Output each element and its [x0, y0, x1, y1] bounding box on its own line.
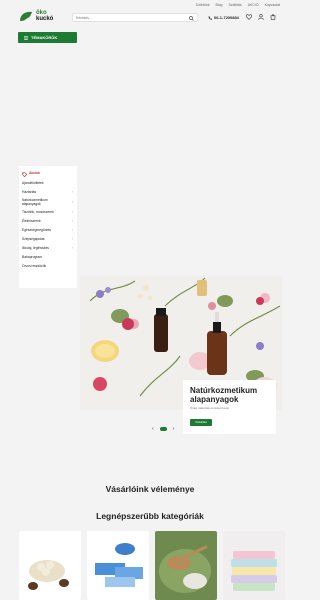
header-icons	[246, 14, 276, 20]
sidebar-item-beauty[interactable]: Szépségápolás ›	[22, 235, 74, 244]
toplink-sale[interactable]: AKCIÓ	[248, 3, 259, 7]
phone-icon	[208, 15, 212, 20]
chevron-right-icon: ›	[71, 209, 73, 214]
sidebar-item-label: Natúrkozmetikum alapanyagok	[22, 197, 48, 206]
carousel-dot-active[interactable]	[159, 427, 167, 431]
category-image-towels	[223, 531, 285, 600]
sidebar-item-health[interactable]: Egészségmegőrzés ›	[22, 226, 74, 235]
sidebar-item-label: Orvosi eszközök	[22, 263, 47, 268]
phone-contact[interactable]: 06-1-7200884	[208, 15, 239, 20]
sidebar-item-label: Egészségmegőrzés	[22, 227, 51, 232]
sidebar-item-label: Élelmiszerek	[22, 218, 41, 223]
user-icon[interactable]	[258, 14, 264, 20]
topics-label: TÉMAKÖRÖK	[31, 35, 58, 40]
sidebar-item-cosmetic-ingredients[interactable]: Natúrkozmetikum alapanyagok ›	[22, 197, 74, 208]
sidebar-item-label: Babaprogram	[22, 254, 42, 259]
categories-heading: Legnépszerűbb kategóriák	[96, 511, 204, 521]
category-image-shea	[19, 531, 81, 600]
chevron-right-icon: ›	[71, 189, 73, 194]
logo-line-2: kuckó	[36, 16, 54, 22]
chevron-right-icon: ›	[71, 245, 73, 250]
chevron-right-icon[interactable]: ›	[173, 426, 175, 432]
sidebar-item-gifts[interactable]: Ajándékötletek	[22, 179, 74, 188]
sidebar-item-label: Ajándékötletek	[22, 180, 44, 185]
toplink-shipping[interactable]: Szállítás	[228, 3, 241, 7]
category-cards	[19, 531, 285, 600]
toplink-contact[interactable]: Kapcsolat	[265, 3, 280, 7]
toplink-blog[interactable]: Blog	[215, 3, 222, 7]
logo-text[interactable]: öko kuckó	[36, 10, 53, 22]
header: öko kuckó Üzletünk Blog Szállítás AKCIÓ …	[0, 0, 300, 27]
cart-icon[interactable]	[270, 14, 276, 20]
top-links: Üzletünk Blog Szállítás AKCIÓ Kapcsolat	[196, 3, 280, 7]
toplink-shop[interactable]: Üzletünk	[196, 3, 210, 7]
topics-button[interactable]: TÉMAKÖRÖK	[18, 32, 77, 43]
menu-icon	[24, 35, 28, 40]
sidebar-item-essential-oils[interactable]: Illóolaj, légfrissítés ›	[22, 244, 74, 253]
carousel-controls: ‹ ›	[152, 426, 174, 432]
page: öko kuckó Üzletünk Blog Szállítás AKCIÓ …	[0, 0, 300, 600]
reviews-heading: Vásárlóink véleménye	[105, 484, 195, 494]
sidebar-item-label: Tisztítók, mosószerek	[22, 209, 54, 214]
sidebar-item-food[interactable]: Élelmiszerek ›	[22, 217, 74, 226]
search-box[interactable]	[72, 13, 198, 22]
sidebar-item-medical[interactable]: Orvosi eszközök	[22, 262, 74, 271]
category-card[interactable]	[223, 531, 285, 600]
hero-shop-button[interactable]: Vásárlás	[190, 419, 212, 426]
hero-title: Natúrkozmetikum alapanyagok	[190, 386, 258, 404]
heart-icon[interactable]	[246, 14, 252, 20]
phone-number: 06-1-7200884	[214, 15, 239, 20]
category-image-powder	[155, 531, 217, 600]
category-sidebar: Akciók Ajándékötletek Háztartás › Natúrko…	[19, 166, 77, 288]
sidebar-item-label: Háztartás	[22, 189, 37, 194]
sidebar-item-household[interactable]: Háztartás ›	[22, 188, 74, 197]
chevron-right-icon: ›	[71, 236, 73, 241]
sidebar-item-label: Akciók	[29, 171, 40, 176]
chevron-right-icon: ›	[71, 199, 73, 204]
search-input[interactable]	[76, 15, 186, 21]
hero-subtitle: Óriási választék és kiskurzusok	[190, 406, 229, 410]
search-icon[interactable]	[189, 15, 194, 21]
tag-icon	[22, 171, 27, 177]
chevron-right-icon: ›	[71, 218, 73, 223]
chevron-left-icon[interactable]: ‹	[152, 426, 154, 432]
sidebar-item-label: Illóolaj, légfrissítés	[22, 245, 49, 250]
sidebar-item-sale[interactable]: Akciók	[22, 169, 74, 179]
sidebar-item-baby[interactable]: Babaprogram	[22, 253, 74, 262]
hero-caption: Natúrkozmetikum alapanyagok Óriási válas…	[183, 380, 276, 434]
chevron-right-icon: ›	[71, 227, 73, 232]
sidebar-item-label: Szépségápolás	[22, 236, 45, 241]
sidebar-item-cleaners[interactable]: Tisztítók, mosószerek ›	[22, 208, 74, 217]
category-card[interactable]	[155, 531, 217, 600]
category-card[interactable]	[87, 531, 149, 600]
category-image-cleaning	[87, 531, 149, 600]
category-card[interactable]	[19, 531, 81, 600]
